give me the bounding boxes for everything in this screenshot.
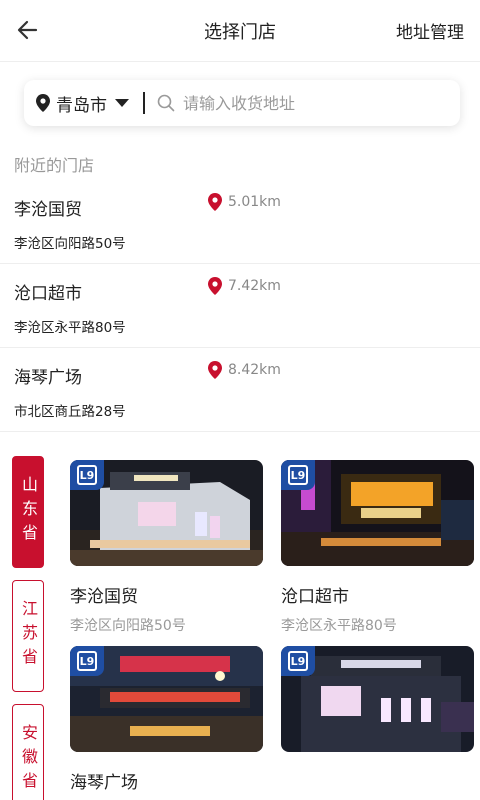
header-bar: 选择门店 地址管理 xyxy=(0,0,480,62)
store-card-name: 沧口超市 xyxy=(281,587,349,607)
store-card-name: 李沧国贸 xyxy=(70,587,138,607)
wave-decoration xyxy=(320,760,480,800)
store-name: 李沧国贸 xyxy=(14,200,82,220)
nearby-store-list: 李沧国贸 5.01km 李沧区向阳路50号 沧口超市 7.42km 李沧区永平路… xyxy=(0,180,480,432)
back-button[interactable] xyxy=(10,12,46,48)
location-pin-icon xyxy=(36,94,50,112)
province-tab-anhui[interactable]: 安徽省 xyxy=(12,704,44,800)
search-bar: 青岛市 xyxy=(24,80,460,126)
brand-logo-icon: L9 xyxy=(281,460,315,490)
address-management-button[interactable]: 地址管理 xyxy=(396,18,464,43)
store-card[interactable]: L9 李沧国贸 李沧区向阳路50号 xyxy=(70,460,263,635)
store-card-address: 李沧区向阳路50号 xyxy=(70,618,186,634)
province-tab-jiangsu[interactable]: 江苏省 xyxy=(12,580,44,692)
search-icon xyxy=(157,94,175,112)
search-input[interactable] xyxy=(183,93,423,113)
store-distance: 7.42km xyxy=(208,277,281,295)
province-tabs: 山东省 江苏省 安徽省 xyxy=(12,456,44,800)
province-tab-shandong[interactable]: 山东省 xyxy=(12,456,44,568)
store-photo: L9 xyxy=(281,460,474,566)
search-field xyxy=(157,93,460,113)
store-photo: L9 xyxy=(70,460,263,566)
nearby-store-item[interactable]: 李沧国贸 5.01km 李沧区向阳路50号 xyxy=(0,180,480,264)
store-card[interactable]: L9 海琴广场 xyxy=(70,646,263,800)
nearby-store-item[interactable]: 海琴广场 8.42km 市北区商丘路28号 xyxy=(0,348,480,432)
province-tab-label: 安徽省 xyxy=(19,724,38,796)
brand-logo-icon: L9 xyxy=(281,646,315,676)
store-photo: L9 xyxy=(70,646,263,752)
province-tab-label: 江苏省 xyxy=(19,600,38,672)
distance-text: 8.42km xyxy=(228,362,281,378)
city-name: 青岛市 xyxy=(56,95,107,116)
location-pin-icon xyxy=(208,193,222,211)
nearby-section-title: 附近的门店 xyxy=(14,156,95,175)
distance-text: 7.42km xyxy=(228,278,281,294)
store-card-address: 李沧区永平路80号 xyxy=(281,618,397,634)
location-pin-icon xyxy=(208,361,222,379)
distance-text: 5.01km xyxy=(228,194,281,210)
nearby-store-item[interactable]: 沧口超市 7.42km 李沧区永平路80号 xyxy=(0,264,480,348)
brand-logo-icon: L9 xyxy=(70,460,104,490)
store-address: 李沧区向阳路50号 xyxy=(14,236,126,252)
brand-logo-icon: L9 xyxy=(70,646,104,676)
store-distance: 8.42km xyxy=(208,361,281,379)
caret-down-icon xyxy=(115,99,129,107)
city-selector[interactable]: 青岛市 xyxy=(24,80,129,126)
location-pin-icon xyxy=(208,277,222,295)
store-distance: 5.01km xyxy=(208,193,281,211)
store-card[interactable]: L9 沧口超市 李沧区永平路80号 xyxy=(281,460,474,635)
store-name: 沧口超市 xyxy=(14,284,82,304)
store-address: 市北区商丘路28号 xyxy=(14,404,126,420)
arrow-left-icon xyxy=(17,20,38,40)
store-name: 海琴广场 xyxy=(14,368,82,388)
search-divider xyxy=(143,92,145,114)
store-card-name: 海琴广场 xyxy=(70,773,138,793)
province-tab-label: 山东省 xyxy=(19,476,38,548)
store-address: 李沧区永平路80号 xyxy=(14,320,126,336)
